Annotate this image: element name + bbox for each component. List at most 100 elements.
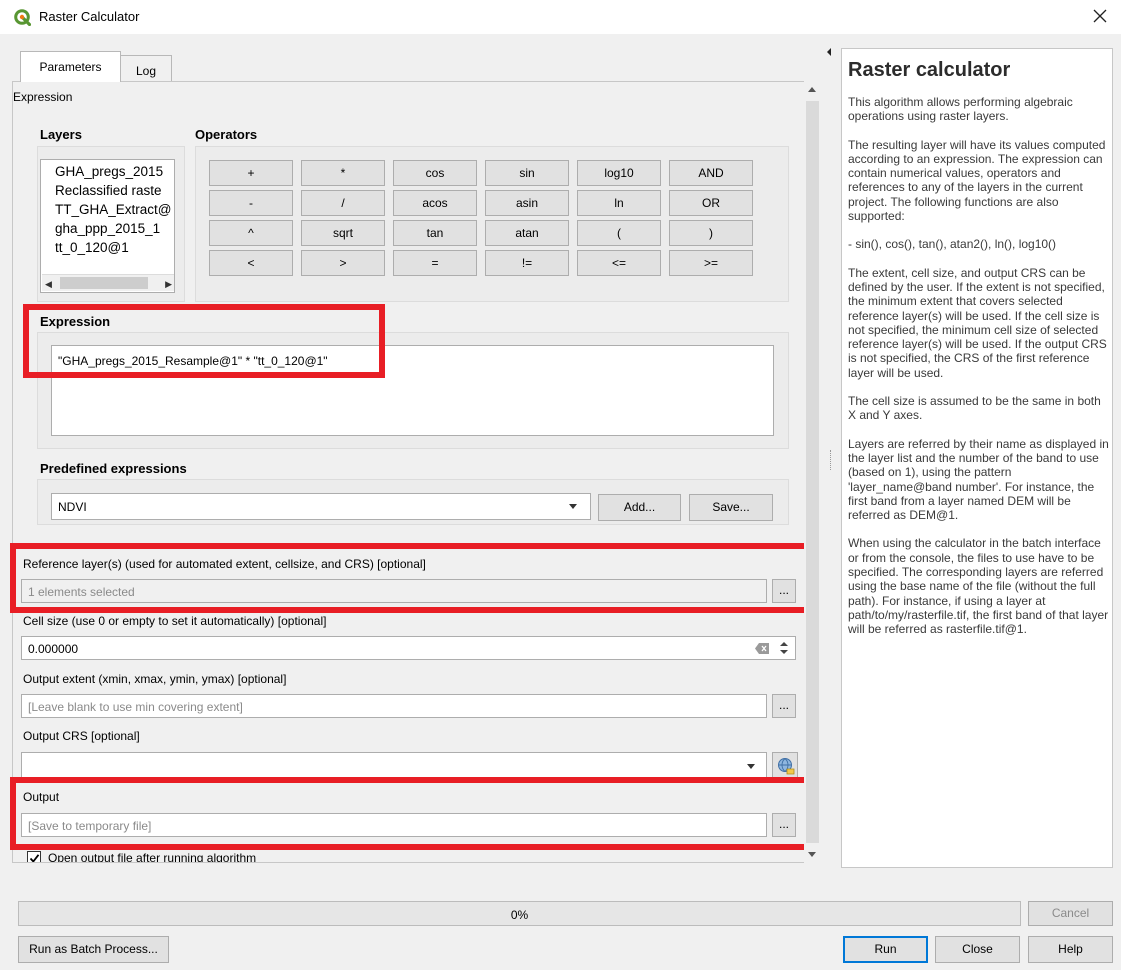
- open-output-checkbox[interactable]: [27, 851, 41, 862]
- spinner-arrows-icon[interactable]: [778, 640, 790, 656]
- operator-button[interactable]: AND: [669, 160, 753, 186]
- reference-layers-value: 1 elements selected: [28, 585, 135, 599]
- expression-text: "GHA_pregs_2015_Resample@1" * "tt_0_120@…: [58, 354, 328, 368]
- operators-heading: Operators: [195, 127, 258, 142]
- cell-size-input[interactable]: 0.000000: [21, 636, 796, 660]
- layer-item-gha-ppp[interactable]: gha_ppp_2015_1: [55, 221, 160, 236]
- operator-button[interactable]: sqrt: [301, 220, 385, 246]
- globe-projection-icon: [778, 758, 795, 775]
- cell-size-label: Cell size (use 0 or empty to set it auto…: [23, 614, 327, 628]
- operator-button[interactable]: acos: [393, 190, 477, 216]
- scroll-down-icon[interactable]: [808, 852, 816, 857]
- help-button[interactable]: Help: [1028, 936, 1113, 963]
- tab-log[interactable]: Log: [120, 55, 172, 82]
- operator-button[interactable]: *: [301, 160, 385, 186]
- layers-list[interactable]: GHA_pregs_2015 Reclassified raste TT_GHA…: [40, 159, 175, 293]
- collapse-help-icon[interactable]: [827, 48, 831, 56]
- reference-layers-label: Reference layer(s) (used for automated e…: [23, 557, 426, 571]
- layers-heading: Layers: [40, 127, 82, 142]
- operator-button[interactable]: (: [577, 220, 661, 246]
- output-extent-placeholder: [Leave blank to use min covering extent]: [28, 700, 243, 714]
- scroll-up-icon[interactable]: [808, 87, 816, 92]
- predefined-selected-value: NDVI: [58, 500, 87, 514]
- run-batch-button[interactable]: Run as Batch Process...: [18, 936, 169, 963]
- output-extent-input[interactable]: [Leave blank to use min covering extent]: [21, 694, 767, 718]
- help-paragraph: The cell size is assumed to be the same …: [848, 394, 1101, 423]
- help-paragraph: Layers are referred by their name as dis…: [848, 436, 1109, 523]
- run-button[interactable]: Run: [843, 936, 928, 963]
- splitter-handle[interactable]: [830, 450, 832, 470]
- qgis-logo-icon: [14, 9, 31, 26]
- operator-button[interactable]: !=: [485, 250, 569, 276]
- scroll-right-icon[interactable]: ▶: [165, 279, 172, 290]
- save-expression-button[interactable]: Save...: [689, 494, 773, 521]
- operator-button[interactable]: OR: [669, 190, 753, 216]
- operator-button[interactable]: ln: [577, 190, 661, 216]
- reference-layers-browse-button[interactable]: ...: [772, 579, 796, 603]
- expression-editor[interactable]: "GHA_pregs_2015_Resample@1" * "tt_0_120@…: [51, 345, 774, 436]
- operator-button[interactable]: +: [209, 160, 293, 186]
- output-extent-browse-button[interactable]: ...: [772, 694, 796, 718]
- cell-size-value: 0.000000: [28, 642, 79, 656]
- clear-icon[interactable]: [755, 643, 769, 654]
- operator-button[interactable]: <=: [577, 250, 661, 276]
- cancel-button[interactable]: Cancel: [1028, 901, 1113, 926]
- chevron-down-icon: [569, 504, 577, 509]
- help-paragraph: This algorithm allows performing algebra…: [848, 95, 1073, 124]
- expression-section-label: Expression: [13, 90, 73, 104]
- operator-button[interactable]: >: [301, 250, 385, 276]
- close-button[interactable]: Close: [935, 936, 1020, 963]
- operator-button[interactable]: sin: [485, 160, 569, 186]
- output-label: Output: [23, 790, 60, 804]
- operator-button[interactable]: ^: [209, 220, 293, 246]
- layers-horizontal-scrollbar[interactable]: ◀ ▶: [42, 274, 174, 291]
- operator-button[interactable]: ): [669, 220, 753, 246]
- layer-item-tt-gha-extract[interactable]: TT_GHA_Extract@: [55, 202, 171, 217]
- operator-button[interactable]: cos: [393, 160, 477, 186]
- operator-button[interactable]: /: [301, 190, 385, 216]
- operator-button[interactable]: atan: [485, 220, 569, 246]
- predefined-expressions-select[interactable]: NDVI: [51, 493, 591, 520]
- layer-item-reclassified[interactable]: Reclassified raste: [55, 183, 162, 198]
- output-file-placeholder: [Save to temporary file]: [28, 819, 152, 833]
- operator-button[interactable]: <: [209, 250, 293, 276]
- help-title: Raster calculator: [848, 59, 1011, 81]
- operator-button[interactable]: -: [209, 190, 293, 216]
- output-file-input[interactable]: [Save to temporary file]: [21, 813, 767, 837]
- tab-parameters-label: Parameters: [39, 60, 102, 74]
- layer-item-gha-pregs[interactable]: GHA_pregs_2015: [55, 164, 163, 179]
- scroll-thumb[interactable]: [806, 101, 819, 843]
- operator-button[interactable]: >=: [669, 250, 753, 276]
- operator-button[interactable]: tan: [393, 220, 477, 246]
- layer-item-tt-0-120[interactable]: tt_0_120@1: [55, 240, 129, 255]
- title-bar: Raster Calculator: [0, 0, 1121, 34]
- parameters-vertical-scrollbar[interactable]: [804, 81, 821, 863]
- window-title: Raster Calculator: [39, 9, 140, 24]
- progress-text: 0%: [510, 908, 529, 922]
- help-paragraph: The extent, cell size, and output CRS ca…: [848, 265, 1107, 380]
- reference-layers-field[interactable]: 1 elements selected: [21, 579, 767, 603]
- checkmark-icon: [29, 854, 40, 862]
- output-extent-label: Output extent (xmin, xmax, ymin, ymax) […: [23, 672, 287, 686]
- scroll-thumb[interactable]: [60, 277, 148, 289]
- output-file-browse-button[interactable]: ...: [772, 813, 796, 837]
- output-crs-select[interactable]: [21, 752, 767, 778]
- operator-button[interactable]: asin: [485, 190, 569, 216]
- operator-button[interactable]: log10: [577, 160, 661, 186]
- operator-button[interactable]: =: [393, 250, 477, 276]
- help-paragraph: When using the calculator in the batch i…: [848, 536, 1109, 637]
- select-crs-button[interactable]: [772, 752, 798, 778]
- tab-log-label: Log: [135, 64, 157, 78]
- open-output-label: Open output file after running algorithm: [48, 851, 257, 863]
- output-crs-label: Output CRS [optional]: [23, 729, 140, 743]
- tab-parameters[interactable]: Parameters: [20, 51, 121, 82]
- close-icon[interactable]: [1090, 6, 1110, 26]
- parameters-panel: Expression Layers GHA_pregs_2015 Reclass…: [12, 81, 820, 863]
- help-body: This algorithm allows performing algebra…: [848, 95, 1110, 651]
- add-expression-button[interactable]: Add...: [598, 494, 681, 521]
- expression-heading: Expression: [40, 314, 111, 329]
- help-paragraph: - sin(), cos(), tan(), atan2(), ln(), lo…: [848, 237, 1057, 252]
- help-paragraph: The resulting layer will have its values…: [848, 137, 1106, 224]
- scroll-left-icon[interactable]: ◀: [45, 279, 52, 290]
- chevron-down-icon: [747, 764, 755, 769]
